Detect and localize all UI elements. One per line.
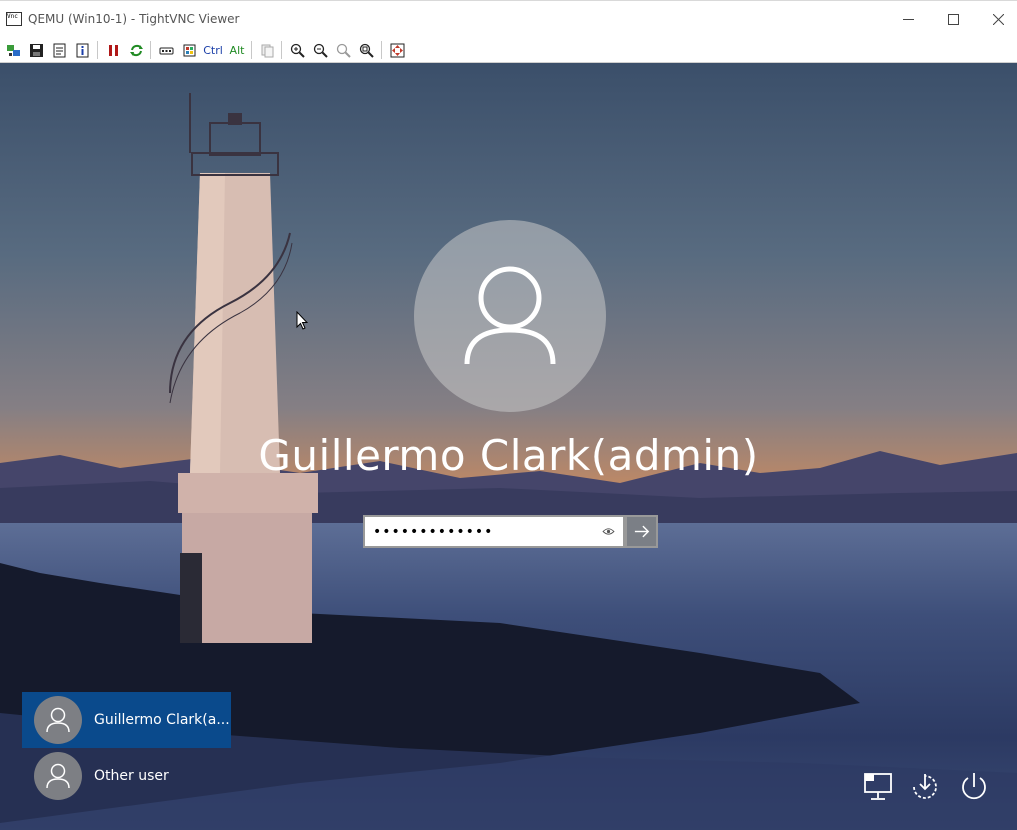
send-ctrl-esc-button[interactable] [180, 41, 198, 59]
pause-button[interactable] [104, 41, 122, 59]
ctrl-key-button[interactable]: Ctrl [202, 41, 224, 59]
power-icon [962, 773, 986, 800]
zoom-auto-icon [359, 43, 374, 58]
toolbar-separator [150, 41, 151, 59]
user-tile-other-user[interactable]: Other user [22, 748, 231, 804]
send-ctrl-alt-del-icon [159, 47, 173, 54]
maximize-icon [947, 13, 959, 25]
send-ctrl-esc-icon [183, 44, 195, 56]
reveal-password-button[interactable] [597, 521, 619, 543]
zoom-out-button[interactable] [311, 41, 329, 59]
send-ctrl-alt-del-button[interactable] [157, 41, 175, 59]
user-tile-guillermo[interactable]: Guillermo Clark(a... [22, 692, 231, 748]
avatar [34, 696, 82, 744]
lighthouse-image [169, 93, 318, 643]
user-icon [464, 266, 556, 365]
save-button[interactable] [27, 41, 45, 59]
user-icon [46, 763, 70, 789]
refresh-icon [129, 44, 143, 56]
alt-key-button[interactable]: Alt [227, 41, 247, 59]
network-button[interactable] [858, 767, 898, 807]
toolbar-separator [251, 41, 252, 59]
user-icon [46, 707, 70, 733]
maximize-button[interactable] [930, 1, 976, 37]
close-icon [992, 13, 1004, 25]
user-tile-name: Guillermo Clark(a... [94, 712, 230, 728]
avatar [34, 752, 82, 800]
eye-icon [601, 528, 615, 535]
login-username: Guillermo Clark(admin) [258, 431, 759, 480]
zoom-100-icon [336, 43, 351, 58]
vnc-toolbar: Ctrl Alt [0, 37, 1017, 63]
tightvnc-app-icon: Vnc [6, 12, 22, 26]
accessibility-icon [913, 774, 937, 799]
user-avatar-large [414, 220, 606, 412]
submit-button[interactable] [625, 515, 658, 548]
password-input[interactable]: ••••••••••••• [363, 515, 625, 548]
power-button[interactable] [954, 767, 994, 807]
toolbar-separator [281, 41, 282, 59]
password-value: ••••••••••••• [373, 523, 494, 540]
info-icon [76, 43, 88, 57]
zoom-out-icon [313, 43, 328, 58]
refresh-button[interactable] [127, 41, 145, 59]
toolbar-separator [97, 41, 98, 59]
user-tile-name: Other user [94, 768, 169, 784]
window-title-bar: Vnc QEMU (Win10-1) - TightVNC Viewer [0, 0, 1017, 37]
alt-key-icon: Alt [229, 43, 245, 57]
arrow-right-icon [634, 525, 649, 538]
options-button[interactable] [50, 41, 68, 59]
zoom-in-button[interactable] [288, 41, 306, 59]
network-icon [864, 773, 892, 800]
new-connection-button[interactable] [4, 41, 22, 59]
new-connection-icon [6, 44, 20, 56]
accessibility-button[interactable] [905, 767, 945, 807]
zoom-in-icon [290, 43, 305, 58]
pause-icon [108, 44, 118, 56]
fullscreen-button[interactable] [388, 41, 406, 59]
clipboard-button[interactable] [258, 41, 276, 59]
mouse-cursor-icon [296, 311, 308, 330]
close-button[interactable] [975, 1, 1017, 37]
ctrl-key-icon: Ctrl [203, 43, 223, 57]
save-icon [29, 43, 43, 57]
zoom-auto-button[interactable] [357, 41, 375, 59]
fullscreen-icon [390, 43, 404, 57]
zoom-100-button[interactable] [334, 41, 352, 59]
minimize-icon [902, 18, 914, 20]
toolbar-separator [381, 41, 382, 59]
remote-screen[interactable]: Guillermo Clark(admin) ••••••••••••• Gui… [0, 63, 1017, 830]
clipboard-icon [261, 44, 273, 57]
minimize-button[interactable] [885, 1, 931, 37]
window-title: QEMU (Win10-1) - TightVNC Viewer [28, 12, 240, 26]
info-button[interactable] [73, 41, 91, 59]
options-icon [53, 43, 65, 57]
